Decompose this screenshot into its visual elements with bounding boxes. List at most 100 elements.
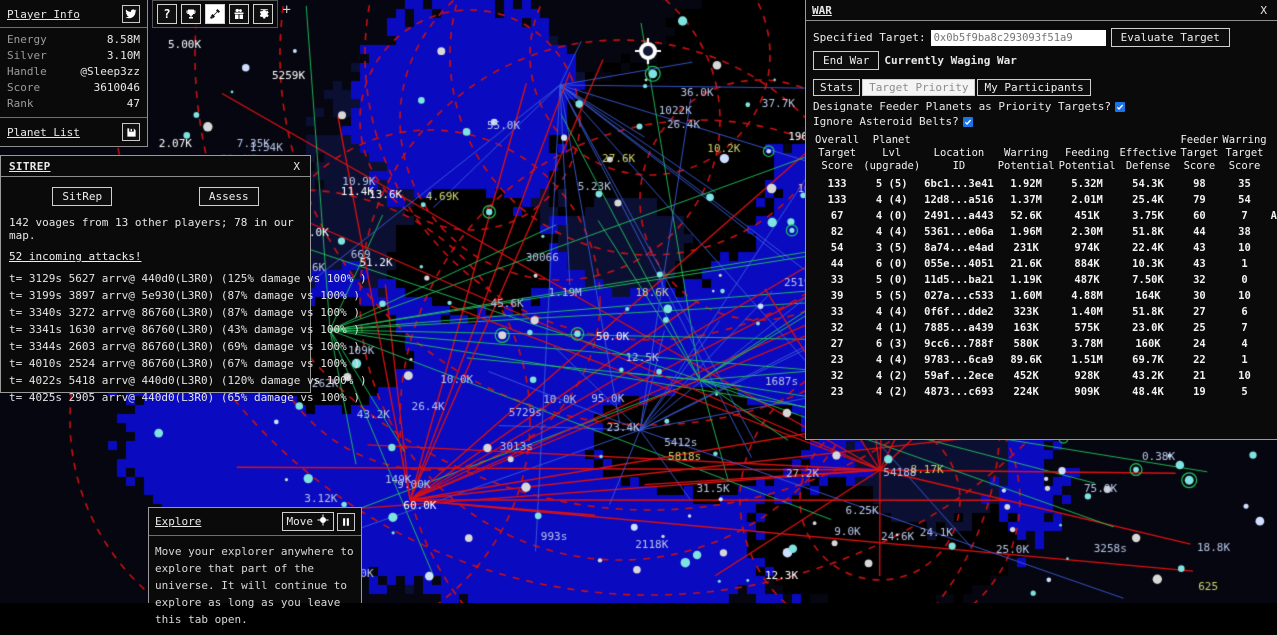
player-stat-row: Silver 3.10M bbox=[7, 48, 140, 64]
table-row[interactable]: 82 4 (4) 5361...e06a 1.96M 2.30M 51.8K 44 38 Wai… bbox=[813, 224, 1277, 240]
floppy-save-icon[interactable] bbox=[122, 123, 140, 141]
cell-7: 38 bbox=[1238, 226, 1251, 238]
th-warring-potential[interactable]: Warring Potential bbox=[996, 134, 1057, 176]
cell-1: 4 (2) bbox=[875, 386, 908, 398]
cell-1: 3 (5) bbox=[875, 242, 908, 254]
cell-8: Waiting bbox=[1269, 288, 1277, 304]
incoming-attacks-header[interactable]: 52 incoming attacks! bbox=[9, 250, 302, 263]
cell-3: 1.37M bbox=[1010, 194, 1042, 206]
th-line: Planet Lvl bbox=[872, 134, 911, 159]
th-planet-lvl[interactable]: Planet Lvl (upgrade) bbox=[861, 134, 922, 176]
tab-stats[interactable]: Stats bbox=[813, 79, 861, 96]
cell-0: 23 bbox=[830, 386, 844, 398]
pause-icon[interactable] bbox=[337, 512, 355, 531]
trophy-icon[interactable] bbox=[181, 4, 201, 24]
move-explorer-button[interactable]: Move bbox=[281, 512, 334, 531]
cell-2: 0f6f...dde2 bbox=[924, 306, 994, 318]
feeder-priority-checkbox-row[interactable]: Designate Feeder Planets as Priority Tar… bbox=[813, 99, 1270, 114]
th-effective-defense[interactable]: Effective Defense bbox=[1118, 134, 1179, 176]
cell-3: 1.92M bbox=[1010, 178, 1042, 190]
table-header-row: Overall Target Score Planet Lvl (upgrade… bbox=[813, 134, 1277, 176]
cell-0: 133 bbox=[827, 194, 847, 206]
table-row[interactable]: 33 5 (0) 11d5...ba21 1.19K 487K 7.50K 32 0 Waiti… bbox=[813, 272, 1277, 288]
table-row[interactable]: 133 4 (4) 12d8...a516 1.37M 2.01M 25.4K 79 54 Wa… bbox=[813, 192, 1277, 208]
th-line: Warring bbox=[1222, 134, 1267, 146]
checkbox-checked-icon[interactable] bbox=[962, 116, 973, 127]
cell-7: 7 bbox=[1241, 210, 1248, 222]
th-feeding-potential[interactable]: Feeding Potential bbox=[1057, 134, 1118, 176]
war-status-row: End War Currently Waging War bbox=[813, 51, 1270, 70]
table-row[interactable]: 23 4 (2) 4873...c693 224K 909K 48.4K 19 5 Waitin… bbox=[813, 384, 1277, 400]
th-feeder-target-score[interactable]: Feeder Target Score bbox=[1178, 134, 1220, 176]
table-row[interactable]: 39 5 (5) 027a...c533 1.60M 4.88M 164K 30 10 Wait… bbox=[813, 288, 1277, 304]
th-attack-status[interactable]: Attack Status bbox=[1269, 134, 1277, 176]
sitrep-summary: 142 voages from 13 other players; 78 in … bbox=[9, 216, 294, 242]
table-row[interactable]: 23 4 (4) 9783...6ca9 89.6K 1.51M 69.7K 22 1 Wait… bbox=[813, 352, 1277, 368]
table-row[interactable]: 33 4 (4) 0f6f...dde2 323K 1.40M 51.8K 27 6 Waiti… bbox=[813, 304, 1277, 320]
specified-target-input[interactable] bbox=[930, 29, 1106, 46]
cell-0: 39 bbox=[830, 290, 844, 302]
war-title: WAR bbox=[812, 4, 832, 17]
cell-2: 11d5...ba21 bbox=[924, 274, 994, 286]
zoom-in-button[interactable]: + bbox=[282, 2, 290, 18]
cell-4: 1.40M bbox=[1071, 306, 1103, 318]
gift-icon[interactable] bbox=[229, 4, 249, 24]
cell-6: 21 bbox=[1193, 370, 1206, 382]
table-row[interactable]: 44 6 (0) 055e...4051 21.6K 884K 10.3K 43 1 Waiti… bbox=[813, 256, 1277, 272]
tab-target-priority[interactable]: Target Priority bbox=[862, 79, 976, 96]
th-warring-target-score[interactable]: Warring Target Score bbox=[1220, 134, 1268, 176]
cell-0: 133 bbox=[827, 178, 847, 190]
cell-6: 22 bbox=[1193, 354, 1206, 366]
attack-entry: t= 4010s 2524 arrv@ 86760(L3R0) (67% dam… bbox=[9, 357, 360, 370]
table-row[interactable]: 32 4 (2) 59af...2ece 452K 928K 43.2K 21 10 Waiti… bbox=[813, 368, 1277, 384]
cell-8: Waiting bbox=[1269, 272, 1277, 288]
table-row[interactable]: 133 5 (5) 6bc1...3e41 1.92M 5.32M 54.3K 98 35 Wa… bbox=[813, 176, 1277, 192]
cell-1: 5 (5) bbox=[875, 290, 908, 302]
th-line: Potential bbox=[997, 160, 1055, 172]
broadcast-icon[interactable] bbox=[205, 4, 225, 24]
cell-5: 160K bbox=[1135, 338, 1161, 350]
zoom-out-button[interactable]: − bbox=[260, 2, 268, 18]
cell-6: 98 bbox=[1193, 178, 1206, 190]
cell-7: 7 bbox=[1241, 322, 1248, 334]
stat-value: 8.58M bbox=[106, 33, 140, 46]
cell-6: 79 bbox=[1193, 194, 1206, 206]
player-stat-row: Rank 47 bbox=[7, 96, 140, 112]
cell-5: 22.4K bbox=[1132, 242, 1164, 254]
cell-8: Attacking bbox=[1270, 210, 1277, 222]
player-stat-row: Energy 8.58M bbox=[7, 32, 140, 48]
table-row[interactable]: 32 4 (1) 7885...a439 163K 575K 23.0K 25 7 Waitin… bbox=[813, 320, 1277, 336]
cell-3: 231K bbox=[1013, 242, 1039, 254]
table-row[interactable]: 54 3 (5) 8a74...e4ad 231K 974K 22.4K 43 10 Waiti… bbox=[813, 240, 1277, 256]
tab-my-participants[interactable]: My Participants bbox=[977, 79, 1091, 96]
sitrep-button[interactable]: SitRep bbox=[52, 187, 113, 206]
cell-1: 4 (1) bbox=[875, 322, 908, 334]
end-war-button[interactable]: End War bbox=[813, 51, 880, 70]
help-button[interactable]: ? bbox=[157, 4, 177, 24]
assess-button[interactable]: Assess bbox=[198, 187, 259, 206]
sitrep-body: SitRep Assess 142 voages from 13 other p… bbox=[1, 177, 367, 412]
player-info-title: Player Info bbox=[7, 7, 80, 21]
th-line: Warring bbox=[1004, 147, 1049, 159]
cell-1: 4 (4) bbox=[875, 354, 908, 366]
ignore-asteroid-belts-checkbox-row[interactable]: Ignore Asteroid Belts? bbox=[813, 114, 1270, 129]
cell-7: 6 bbox=[1241, 306, 1248, 318]
crosshair-target-icon bbox=[317, 514, 329, 529]
cell-1: 5 (5) bbox=[875, 178, 908, 190]
checkbox-checked-icon[interactable] bbox=[1115, 101, 1126, 112]
attack-entry: t= 4025s 2905 arrv@ 440d0(L3R0) (65% dam… bbox=[9, 391, 360, 404]
cell-4: 3.78M bbox=[1071, 338, 1103, 350]
th-location-id[interactable]: Location ID bbox=[922, 134, 996, 176]
evaluate-target-button[interactable]: Evaluate Target bbox=[1110, 28, 1230, 47]
th-overall-target-score[interactable]: Overall Target Score bbox=[813, 134, 861, 176]
twitter-bird-icon[interactable] bbox=[122, 5, 140, 23]
close-icon[interactable]: X bbox=[1258, 4, 1269, 17]
table-row[interactable]: 27 6 (3) 9cc6...788f 580K 3.78M 160K 24 4 Waitin… bbox=[813, 336, 1277, 352]
close-icon[interactable]: X bbox=[291, 160, 302, 173]
table-row[interactable]: 67 4 (0) 2491...a443 52.6K 451K 3.75K 60 7 Attac… bbox=[813, 208, 1277, 224]
cell-8: Waiting bbox=[1269, 368, 1277, 384]
explore-panel: Explore Move Move your explorer anywhere… bbox=[148, 507, 362, 626]
planet-list-section[interactable]: Planet List bbox=[0, 117, 147, 146]
cell-8: Waiting bbox=[1269, 192, 1277, 208]
th-line: Potential bbox=[1058, 160, 1116, 172]
